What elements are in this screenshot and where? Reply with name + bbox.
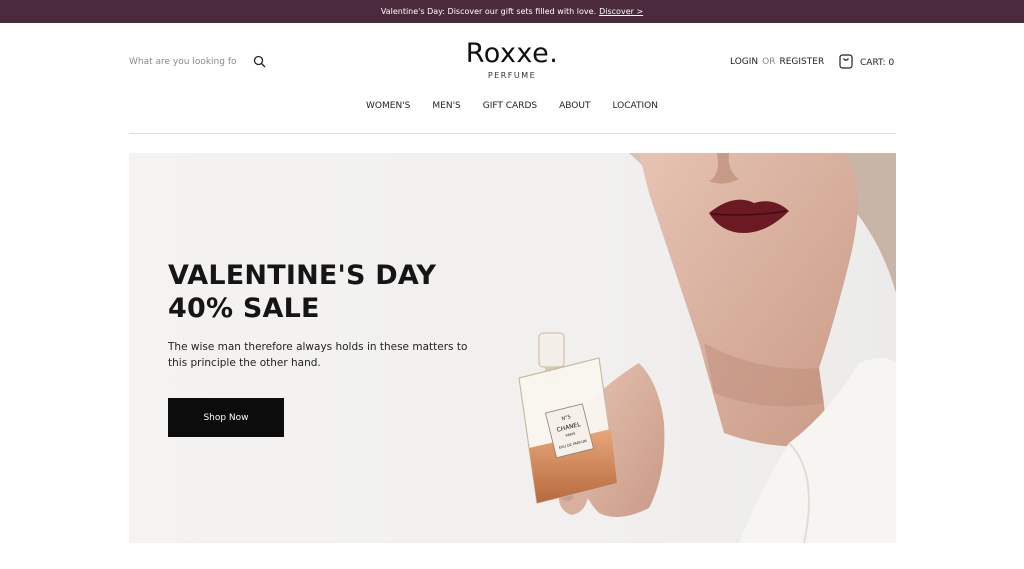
announcement-bar: Valentine's Day: Discover our gift sets … xyxy=(0,0,1024,23)
or-separator: OR xyxy=(762,57,776,67)
logo-tagline: PERFUME xyxy=(487,71,537,80)
login-link[interactable]: LOGIN xyxy=(730,57,758,67)
cart-button[interactable]: CART: 0 xyxy=(839,54,894,72)
hero-title: VALENTINE'S DAY 40% SALE xyxy=(168,259,436,325)
hero-image: N°5 CHANEL PARIS EAU DE PARFUM xyxy=(518,153,896,543)
shopping-bag-icon xyxy=(839,54,853,72)
main-nav: WOMEN'S MEN'S GIFT CARDS ABOUT LOCATION xyxy=(0,101,1024,111)
account-links: LOGIN OR REGISTER xyxy=(730,57,824,67)
hero-banner: VALENTINE'S DAY 40% SALE The wise man th… xyxy=(129,153,896,543)
cart-label: CART: 0 xyxy=(860,58,895,68)
hero-title-line2: 40% SALE xyxy=(168,293,320,324)
shop-now-button[interactable]: Shop Now xyxy=(168,398,284,437)
nav-item-mens[interactable]: MEN'S xyxy=(432,101,460,111)
announcement-text: Valentine's Day: Discover our gift sets … xyxy=(380,7,597,16)
hero-subtitle: The wise man therefore always holds in t… xyxy=(168,341,468,369)
hero-title-line1: VALENTINE'S DAY xyxy=(168,260,437,291)
nav-item-gift-cards[interactable]: GIFT CARDS xyxy=(483,101,537,111)
register-link[interactable]: REGISTER xyxy=(779,57,824,67)
nav-item-about[interactable]: ABOUT xyxy=(559,101,590,111)
nav-item-location[interactable]: LOCATION xyxy=(612,101,658,111)
announcement-discover-link[interactable]: Discover > xyxy=(599,7,643,16)
nav-item-womens[interactable]: WOMEN'S xyxy=(366,101,410,111)
perfume-bottle: N°5 CHANEL PARIS EAU DE PARFUM xyxy=(518,332,618,504)
header-divider xyxy=(129,133,896,134)
